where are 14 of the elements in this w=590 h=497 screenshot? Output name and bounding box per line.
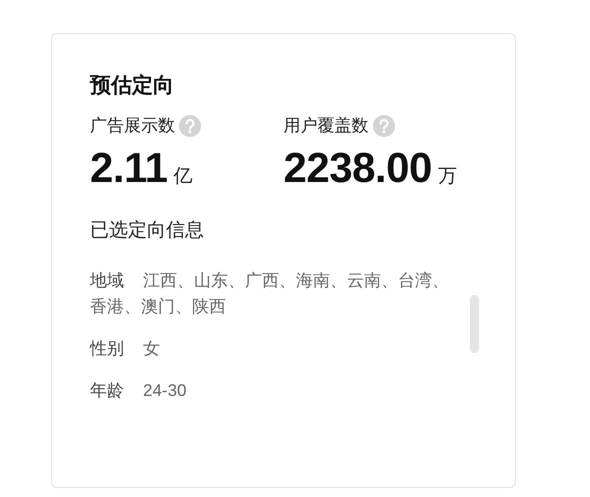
metric-value: 2238.00 bbox=[284, 144, 432, 191]
metric-label: 广告展示数 bbox=[90, 115, 175, 138]
section-heading: 已选定向信息 bbox=[90, 219, 205, 244]
metric-unit: 万 bbox=[438, 166, 457, 187]
help-icon[interactable] bbox=[372, 115, 394, 138]
metric-value: 2.11 bbox=[90, 144, 168, 191]
scrollbar-thumb[interactable] bbox=[470, 295, 479, 353]
help-icon[interactable] bbox=[179, 115, 201, 138]
info-row-text: 年龄 24-30 bbox=[90, 380, 188, 402]
metric-label: 用户覆盖数 bbox=[284, 115, 368, 138]
info-row-text: 地域 江西、山东、广西、海南、云南、台湾、香港、澳门、陕西 bbox=[90, 270, 450, 318]
info-row-text: 性别 女 bbox=[90, 338, 161, 360]
card-title: 预估定向 bbox=[90, 72, 175, 99]
metric-unit: 亿 bbox=[173, 166, 192, 187]
